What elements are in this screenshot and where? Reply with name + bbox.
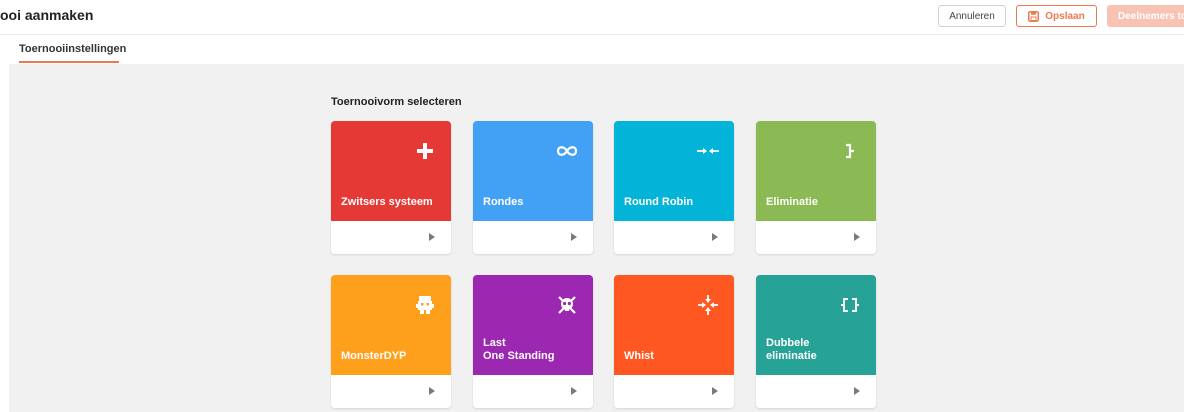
card-label: Last One Standing bbox=[483, 337, 555, 362]
bracket-icon bbox=[838, 139, 862, 163]
card-footer bbox=[614, 221, 734, 254]
format-card-rounds[interactable]: Rondes bbox=[473, 121, 593, 254]
tab-tournament-settings[interactable]: Toernooiinstellingen bbox=[19, 43, 126, 55]
card-color-block: Eliminatie bbox=[756, 121, 876, 221]
format-card-swiss[interactable]: Zwitsers systeem bbox=[331, 121, 451, 254]
add-participants-button[interactable]: Deelnemers toe bbox=[1107, 5, 1184, 27]
format-card-round-robin[interactable]: Round Robin bbox=[614, 121, 734, 254]
content-area bbox=[9, 64, 1184, 412]
card-label: Eliminatie bbox=[766, 196, 818, 208]
format-card-monsterdyp[interactable]: MonsterDYP bbox=[331, 275, 451, 408]
play-icon[interactable] bbox=[429, 387, 435, 395]
card-footer bbox=[331, 221, 451, 254]
play-icon[interactable] bbox=[571, 233, 577, 241]
format-card-whist[interactable]: Whist bbox=[614, 275, 734, 408]
add-participants-button-label: Deelnemers toe bbox=[1118, 10, 1184, 22]
card-label: Round Robin bbox=[624, 196, 694, 208]
card-color-block: Rondes bbox=[473, 121, 593, 221]
format-card-elimination[interactable]: Eliminatie bbox=[756, 121, 876, 254]
card-color-block: MonsterDYP bbox=[331, 275, 451, 375]
save-button[interactable]: Opslaan bbox=[1016, 5, 1097, 27]
cancel-button-label: Annuleren bbox=[949, 10, 995, 22]
card-label: Dubbele eliminatie bbox=[766, 337, 817, 362]
play-icon[interactable] bbox=[429, 233, 435, 241]
save-icon bbox=[1028, 10, 1040, 22]
play-icon[interactable] bbox=[854, 233, 860, 241]
card-label: Zwitsers systeem bbox=[341, 196, 433, 208]
active-tab-indicator bbox=[19, 61, 119, 63]
card-color-block: Zwitsers systeem bbox=[331, 121, 451, 221]
double-bracket-icon bbox=[838, 293, 862, 317]
plus-icon bbox=[413, 139, 437, 163]
card-color-block: Round Robin bbox=[614, 121, 734, 221]
infinity-icon bbox=[555, 139, 579, 163]
card-footer bbox=[331, 375, 451, 408]
play-icon[interactable] bbox=[712, 387, 718, 395]
card-label: Rondes bbox=[483, 196, 524, 208]
card-color-block: Last One Standing bbox=[473, 275, 593, 375]
format-card-last-one-standing[interactable]: Last One Standing bbox=[473, 275, 593, 408]
play-icon[interactable] bbox=[712, 233, 718, 241]
card-label: Whist bbox=[624, 350, 654, 362]
top-bar: ooi aanmaken Annuleren Opslaan Deelnemer… bbox=[0, 0, 1184, 35]
card-footer bbox=[756, 375, 876, 408]
skull-icon bbox=[555, 293, 579, 317]
play-icon[interactable] bbox=[854, 387, 860, 395]
monster-icon bbox=[413, 293, 437, 317]
card-footer bbox=[473, 221, 593, 254]
card-footer bbox=[756, 221, 876, 254]
page-title: ooi aanmaken bbox=[0, 7, 94, 23]
play-icon[interactable] bbox=[571, 387, 577, 395]
section-title: Toernooivorm selecteren bbox=[331, 96, 462, 108]
card-color-block: Whist bbox=[614, 275, 734, 375]
save-button-label: Opslaan bbox=[1045, 10, 1085, 22]
card-color-block: Dubbele eliminatie bbox=[756, 275, 876, 375]
arrows-inward-icon bbox=[696, 139, 720, 163]
cancel-button[interactable]: Annuleren bbox=[938, 5, 1006, 27]
tab-bar: Toernooiinstellingen bbox=[0, 35, 1184, 64]
arrows-converge-icon bbox=[696, 293, 720, 317]
card-label: MonsterDYP bbox=[341, 350, 407, 362]
card-footer bbox=[473, 375, 593, 408]
card-footer bbox=[614, 375, 734, 408]
format-card-double-elimination[interactable]: Dubbele eliminatie bbox=[756, 275, 876, 408]
